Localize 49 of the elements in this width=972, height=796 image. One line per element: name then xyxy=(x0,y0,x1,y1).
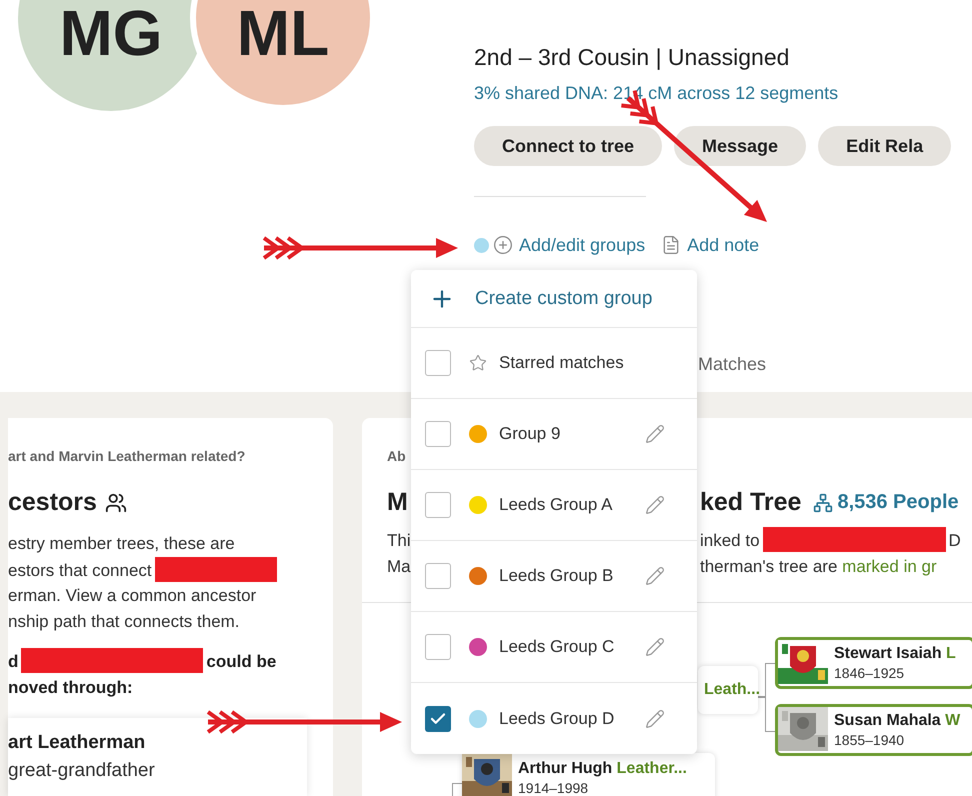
checkbox[interactable] xyxy=(425,563,451,589)
checkbox[interactable] xyxy=(425,634,451,660)
create-group-button[interactable]: Create custom group xyxy=(411,270,697,328)
action-button[interactable]: Connect to tree xyxy=(474,126,662,166)
edit-icon[interactable] xyxy=(645,495,665,515)
group-option[interactable]: Starred matches xyxy=(411,328,697,399)
tab[interactable]: Matches xyxy=(698,354,766,392)
group-option[interactable]: Group 9 xyxy=(411,399,697,470)
tree-node[interactable]: Leath... xyxy=(698,666,758,714)
tree-node[interactable]: Stewart Isaiah L 1846–1925 xyxy=(775,637,972,689)
checkbox[interactable] xyxy=(425,421,451,447)
star-icon xyxy=(469,354,487,372)
card-description: Thi xyxy=(387,530,411,552)
edit-icon[interactable] xyxy=(645,566,665,586)
people-count-link[interactable]: 8,536 People xyxy=(813,491,959,514)
card-description: inked to D xyxy=(700,527,961,554)
tree-icon xyxy=(813,492,834,512)
group-option[interactable]: Leeds Group B xyxy=(411,541,697,612)
checkbox[interactable] xyxy=(425,706,451,732)
card-question: art and Marvin Leatherman related? xyxy=(8,448,246,464)
tree-node[interactable]: Arthur Hugh Leather... 1914–1998 xyxy=(462,753,715,796)
group-option[interactable]: Leeds Group A xyxy=(411,470,697,541)
add-note-link[interactable]: Add note xyxy=(661,234,760,256)
action-button[interactable]: Edit Rela xyxy=(818,126,952,166)
checkbox[interactable] xyxy=(425,492,451,518)
card-title: ked Tree xyxy=(700,488,802,517)
tree-node[interactable]: Susan Mahala W 1855–1940 xyxy=(775,704,972,756)
group-option[interactable]: Leeds Group D xyxy=(411,683,697,754)
people-icon xyxy=(104,492,127,514)
card-title: M xyxy=(387,488,408,517)
edit-icon[interactable] xyxy=(645,424,665,444)
note-icon xyxy=(661,235,682,255)
checkbox[interactable] xyxy=(425,350,451,376)
add-groups-link[interactable]: Add/edit groups xyxy=(493,234,646,256)
ancestor-card[interactable]: art Leatherman great-grandfather xyxy=(8,718,307,796)
edit-icon[interactable] xyxy=(645,708,665,728)
card-description: Ma xyxy=(387,556,411,578)
ancestor-name: art Leatherman xyxy=(8,732,146,754)
relationship-text: 2nd – 3rd Cousin | Unassigned xyxy=(474,44,790,71)
group-option[interactable]: Leeds Group C xyxy=(411,612,697,683)
card-description: therman's tree are marked in gr xyxy=(700,556,937,578)
card-eyebrow: Ab xyxy=(387,448,407,464)
ancestor-relation: great-grandfather xyxy=(8,760,156,782)
edit-icon[interactable] xyxy=(645,637,665,657)
card-description: d could be noved through: xyxy=(8,648,333,700)
card-description: estry member trees, these are estors that connect erman. View a common ancestor nship path that connects them. xyxy=(8,531,333,634)
action-button[interactable]: Message xyxy=(674,126,806,166)
plus-circle-icon xyxy=(493,235,513,255)
card-title: cestors xyxy=(8,488,97,517)
